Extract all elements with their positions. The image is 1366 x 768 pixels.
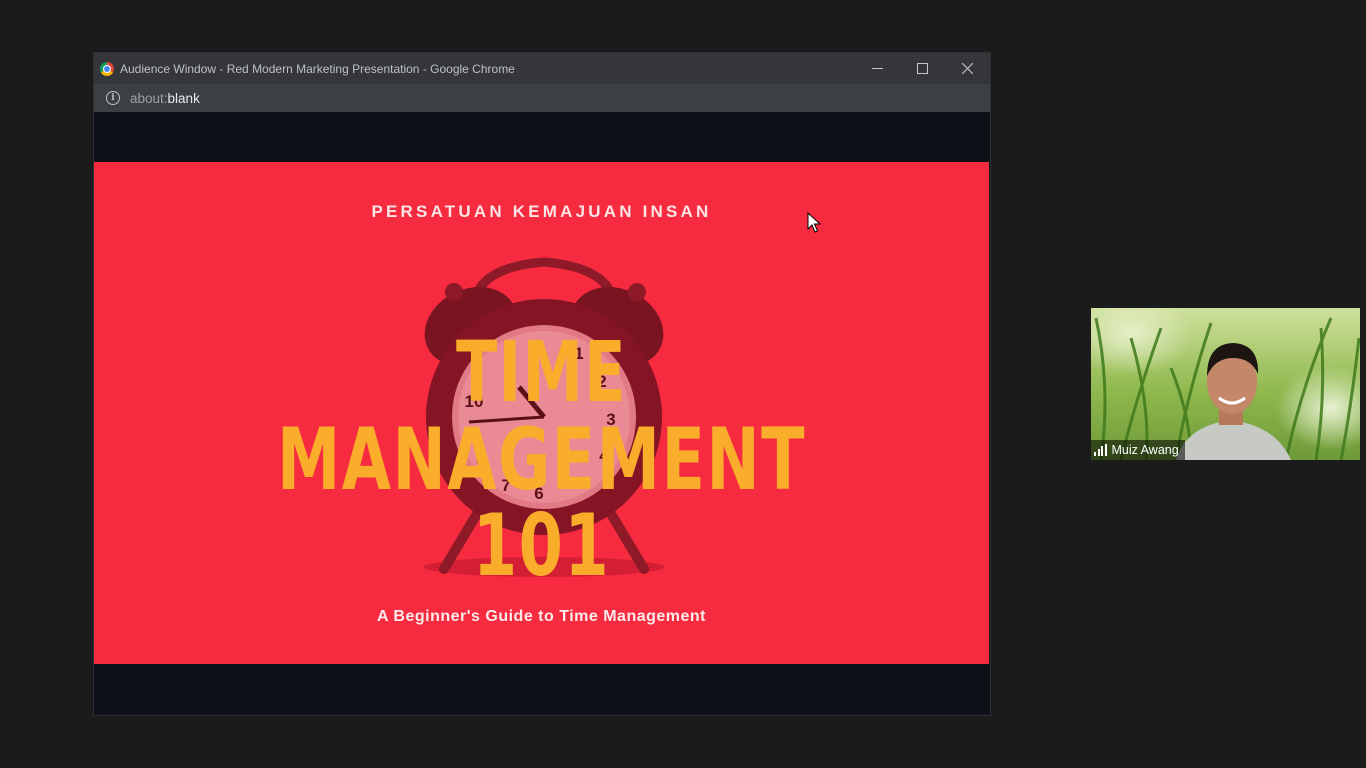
url-scheme: about: (130, 90, 168, 106)
close-button[interactable] (945, 53, 990, 84)
page-viewport: PERSATUAN KEMAJUAN INSAN 10 1 2 3 4 5 6 … (94, 112, 990, 715)
title-bar[interactable]: Audience Window - Red Modern Marketing P… (94, 53, 990, 84)
mouse-cursor-icon (807, 212, 821, 233)
clock-left-knob (445, 283, 463, 301)
presentation-slide: PERSATUAN KEMAJUAN INSAN 10 1 2 3 4 5 6 … (94, 162, 989, 664)
participant-video-tile[interactable]: Muiz Awang (1091, 308, 1360, 460)
url-path: blank (167, 90, 200, 106)
signal-bars-icon (1094, 444, 1107, 456)
close-icon (962, 63, 973, 74)
url-text[interactable]: about:blank (130, 91, 200, 106)
window-title: Audience Window - Red Modern Marketing P… (120, 61, 515, 76)
address-bar[interactable]: i about:blank (94, 84, 990, 113)
info-icon[interactable]: i (106, 91, 120, 105)
slide-title-line-1: TIME (455, 323, 628, 421)
participant-name-tag: Muiz Awang (1091, 440, 1185, 460)
organization-name: PERSATUAN KEMAJUAN INSAN (371, 202, 712, 221)
chrome-logo-icon (100, 61, 114, 76)
minimize-button[interactable] (855, 53, 900, 84)
maximize-icon (917, 63, 928, 74)
audience-browser-window: Audience Window - Red Modern Marketing P… (94, 53, 990, 715)
participant-name: Muiz Awang (1111, 443, 1179, 457)
slide-subtitle: A Beginner's Guide to Time Management (376, 608, 707, 625)
participant-person (1176, 343, 1291, 460)
slide-title-line-2: MANAGEMENT 101 (276, 410, 807, 596)
clock-right-knob (628, 283, 646, 301)
minimize-icon (872, 68, 883, 69)
maximize-button[interactable] (900, 53, 945, 84)
window-controls (855, 53, 990, 84)
